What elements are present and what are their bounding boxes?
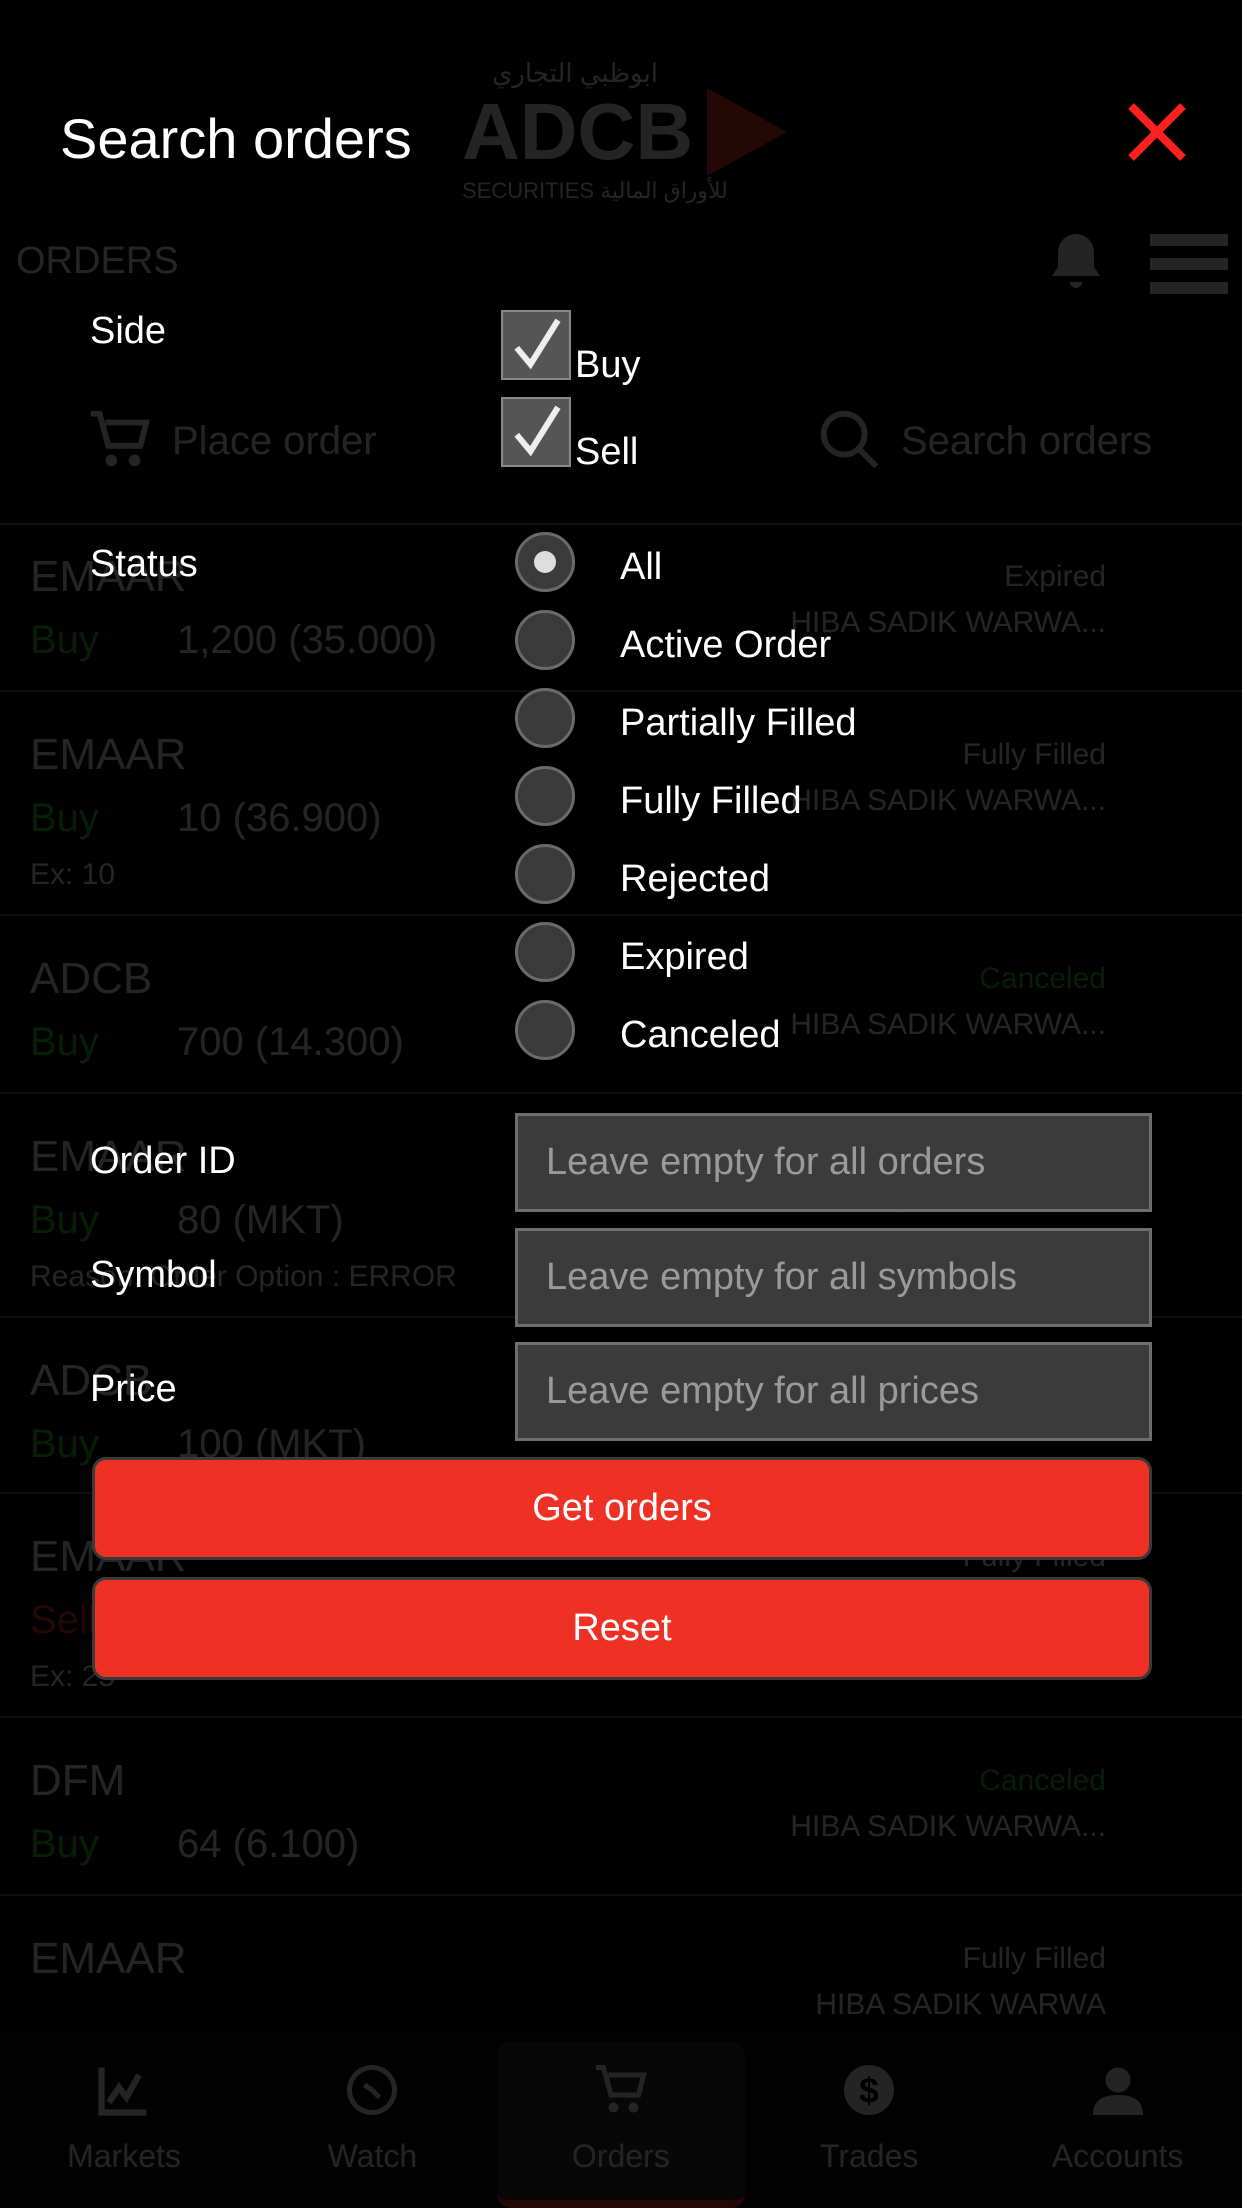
chart-icon <box>98 2067 147 2116</box>
order-extra: Ex: 10 <box>30 858 116 891</box>
radio-label: Active Order <box>620 624 832 666</box>
order-qty-price: 700 (14.300) <box>177 1020 404 1064</box>
order-side: Buy <box>30 618 99 662</box>
radio-label: Expired <box>620 936 749 978</box>
symbol-input[interactable] <box>515 1228 1152 1327</box>
order-qty-price: 10 (36.900) <box>177 796 382 840</box>
adcb-logo: ابوظبي التجاري ADCB SECURITIES للأوراق ا… <box>462 58 792 208</box>
radio-button[interactable] <box>515 922 575 982</box>
status-radio-rejected[interactable]: Rejected <box>515 844 1115 914</box>
side-label: Side <box>90 310 167 352</box>
nav-label: Orders <box>571 2138 670 2174</box>
order-side: Buy <box>30 796 99 840</box>
radio-label: Rejected <box>620 858 770 900</box>
order-side: Buy <box>30 1198 99 1242</box>
nav-watch[interactable]: Watch <box>248 2042 496 2208</box>
checkbox-label: Sell <box>575 431 639 473</box>
bell-icon[interactable] <box>1040 228 1112 300</box>
order-side: Buy <box>30 1020 99 1064</box>
place-order-button[interactable]: Place order <box>80 405 420 475</box>
status-radio-canceled[interactable]: Canceled <box>515 1000 1115 1070</box>
order-symbol: EMAAR <box>30 1934 187 1983</box>
order-status: Canceled <box>979 1764 1106 1797</box>
reset-button[interactable]: Reset <box>92 1577 1152 1680</box>
nav-label: Trades <box>819 2138 919 2174</box>
logo-triangle <box>707 88 787 176</box>
checkbox[interactable] <box>501 310 571 380</box>
dollar-icon: $ <box>844 2065 895 2115</box>
close-icon <box>1128 103 1186 161</box>
side-buy-checkbox[interactable]: Buy <box>501 310 701 390</box>
dialog-title: Search orders <box>60 107 412 170</box>
radio-button[interactable] <box>515 610 575 670</box>
symbol-label: Symbol <box>90 1254 217 1296</box>
clock-icon <box>347 2065 398 2115</box>
search-orders-button[interactable]: Search orders <box>815 405 1235 475</box>
nav-orders[interactable]: Orders <box>497 2042 745 2208</box>
cart-icon <box>595 2065 647 2113</box>
user-icon <box>1092 2067 1143 2115</box>
status-radio-expired[interactable]: Expired <box>515 922 1115 992</box>
radio-button[interactable] <box>515 766 575 826</box>
order-symbol: EMAAR <box>30 730 187 779</box>
status-radio-all[interactable]: All <box>515 532 1115 602</box>
status-radio-partially-filled[interactable]: Partially Filled <box>515 688 1115 758</box>
radio-button[interactable] <box>515 844 575 904</box>
cart-icon <box>90 410 150 467</box>
menu-icon[interactable] <box>1150 234 1228 294</box>
order-status: Fully Filled <box>962 1942 1106 1975</box>
svg-text:$: $ <box>859 2072 878 2111</box>
order-symbol: DFM <box>30 1756 126 1805</box>
radio-button[interactable] <box>515 532 575 592</box>
checkbox-label: Buy <box>575 344 641 386</box>
order-qty-price: 64 (6.100) <box>177 1822 360 1866</box>
section-title: ORDERS <box>16 240 179 282</box>
nav-label: Watch <box>327 2138 418 2174</box>
get-orders-button[interactable]: Get orders <box>92 1457 1152 1560</box>
nav-trades[interactable]: $ Trades <box>745 2042 993 2208</box>
price-label: Price <box>90 1368 177 1410</box>
search-icon <box>820 410 879 469</box>
nav-accounts[interactable]: Accounts <box>994 2042 1242 2208</box>
radio-label: Canceled <box>620 1014 781 1056</box>
radio-label: Fully Filled <box>620 780 802 822</box>
order-id-label: Order ID <box>90 1140 236 1182</box>
radio-label: All <box>620 546 663 588</box>
checkmark-icon <box>514 405 561 457</box>
radio-button[interactable] <box>515 1000 575 1060</box>
order-side: Buy <box>30 1822 99 1866</box>
checkmark-icon <box>514 318 561 370</box>
nav-label: Markets <box>67 2138 181 2174</box>
price-input[interactable] <box>515 1342 1152 1441</box>
side-sell-checkbox[interactable]: Sell <box>501 397 701 477</box>
nav-markets[interactable]: Markets <box>0 2042 248 2208</box>
order-account: HIBA SADIK WARWA <box>815 1988 1106 2021</box>
order-qty-price: 80 (MKT) <box>177 1198 344 1242</box>
order-qty-price: 1,200 (35.000) <box>177 618 438 662</box>
status-label: Status <box>90 543 198 585</box>
order-id-input[interactable] <box>515 1113 1152 1212</box>
order-side: Sell <box>30 1598 97 1642</box>
status-radio-active-order[interactable]: Active Order <box>515 610 1115 680</box>
radio-button[interactable] <box>515 688 575 748</box>
radio-label: Partially Filled <box>620 702 857 744</box>
order-symbol: ADCB <box>30 954 153 1003</box>
order-side: Buy <box>30 1422 99 1466</box>
order-account: HIBA SADIK WARWA... <box>790 1810 1106 1843</box>
close-button[interactable] <box>1125 100 1189 164</box>
nav-label: Accounts <box>1051 2138 1184 2174</box>
status-radio-fully-filled[interactable]: Fully Filled <box>515 766 1115 836</box>
checkbox[interactable] <box>501 397 571 467</box>
